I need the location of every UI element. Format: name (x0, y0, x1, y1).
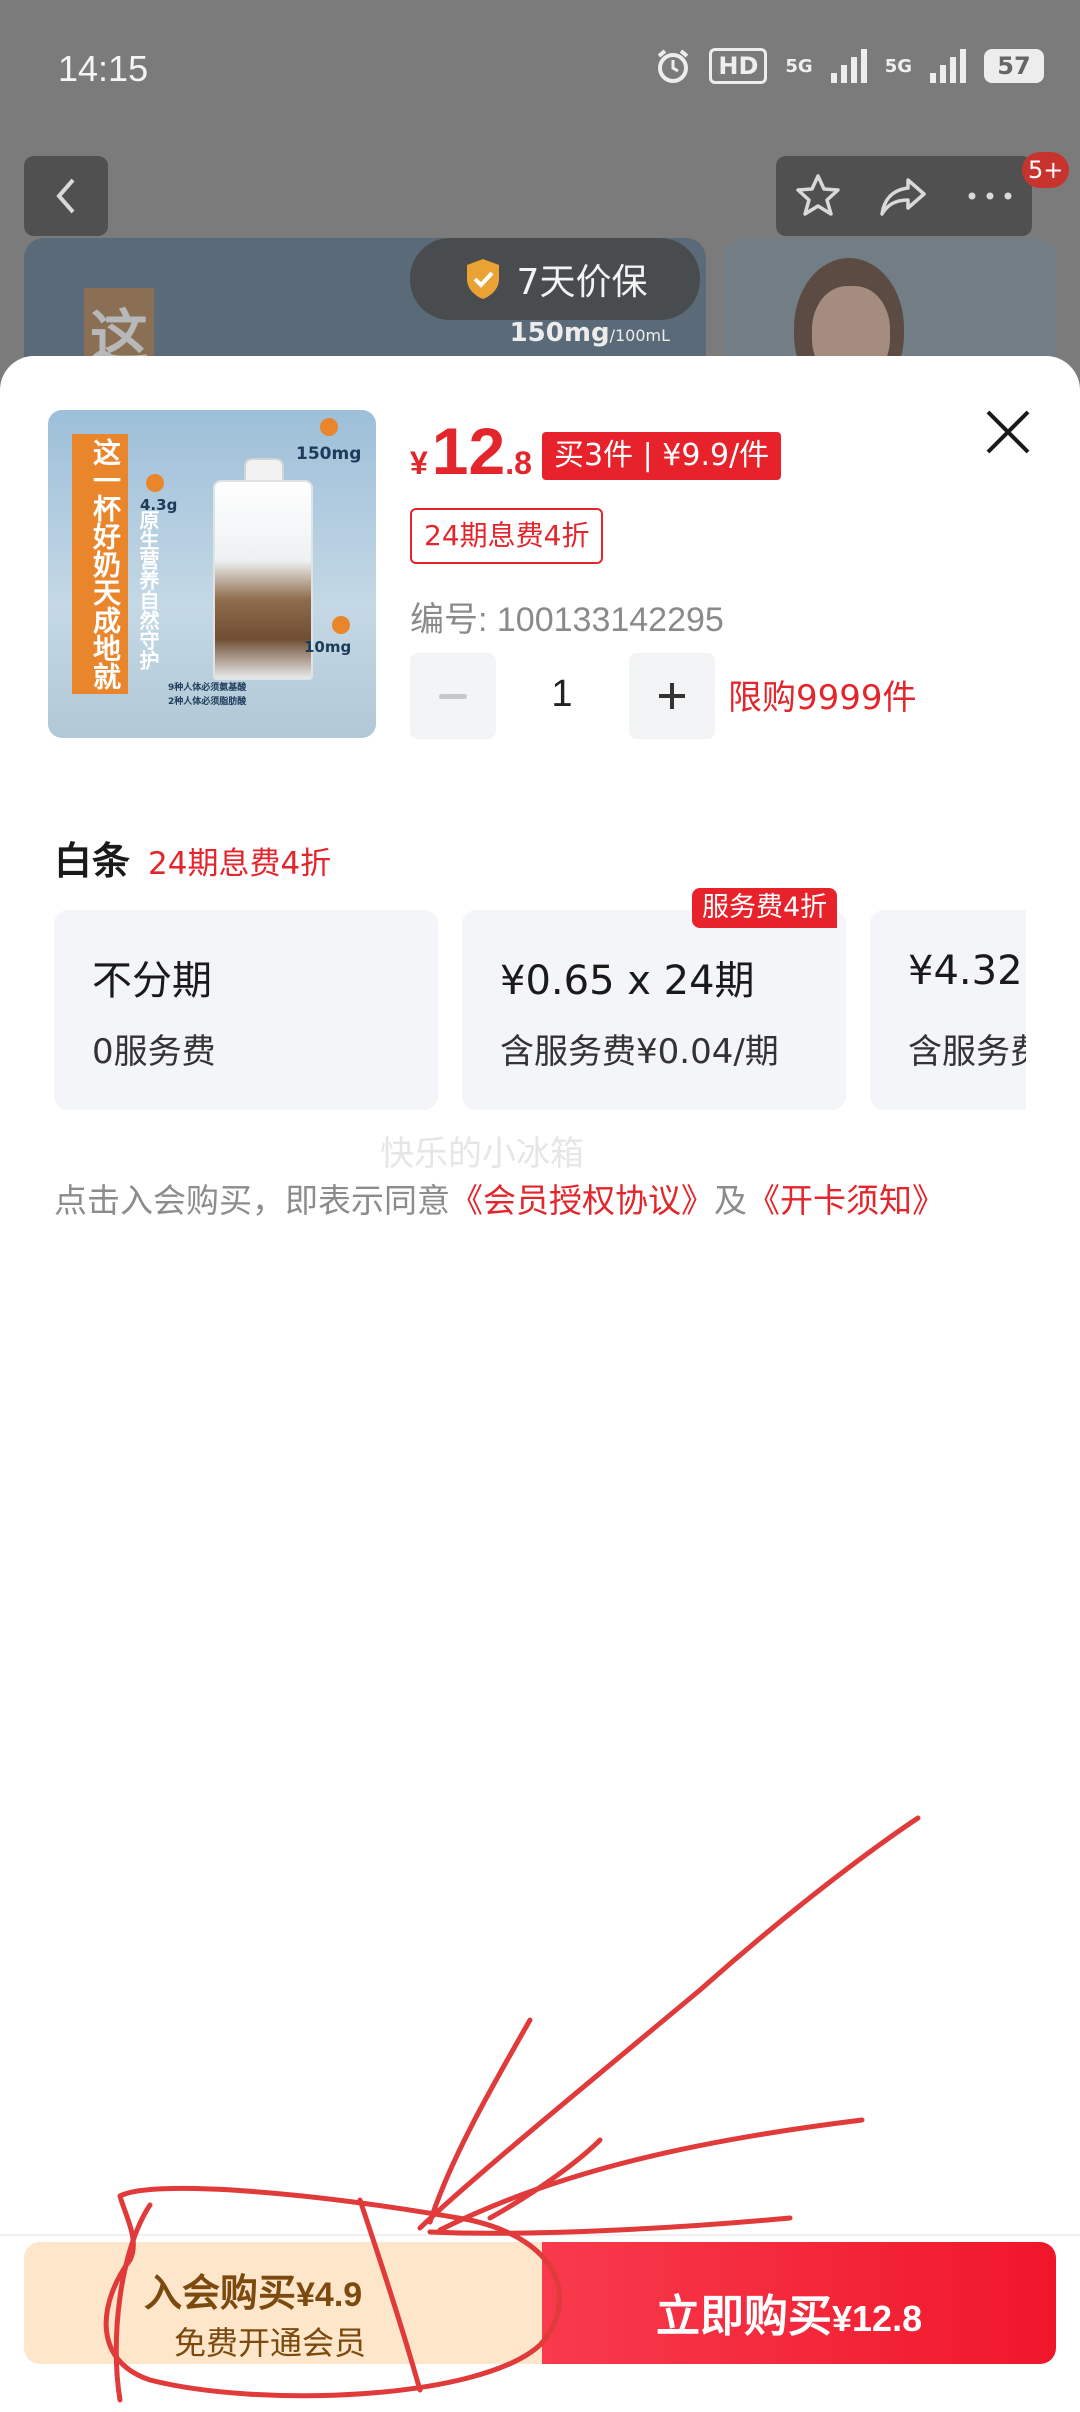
status-icons: HD 5G 5G 57 (655, 48, 1044, 84)
sku-number: 编号: 100133142295 (410, 601, 724, 639)
network-label-1: 5G (785, 55, 813, 77)
agreement-mid: 及 (714, 1181, 747, 1220)
baitiao-title: 白条 (54, 839, 131, 883)
product-image: 这一杯好奶天成地就 原生营养自然守护 150mg 4.3g 10mg 9种人体必… (48, 410, 376, 738)
image-label: 2种人体必须脂肪酸 (168, 697, 247, 707)
hd-icon: HD (709, 48, 768, 84)
close-icon (986, 410, 1030, 454)
member-subtitle: 免费开通会员 (174, 2324, 367, 2362)
price-decimal: .8 (505, 445, 532, 481)
status-bar: 14:15 HD 5G 5G 57 (0, 0, 1080, 140)
baitiao-promo: 24期息费4折 (148, 846, 332, 882)
purchase-limit: 限购9999件 (728, 678, 917, 718)
back-button[interactable] (24, 156, 108, 236)
plan-option-no-installment[interactable]: 不分期 0服务费 (54, 910, 438, 1110)
price-integer: 12 (431, 414, 506, 488)
image-label: 10mg (304, 638, 352, 656)
image-title: 这一杯好奶天成地就 (89, 438, 122, 690)
product-price: ¥ 12 .8 (410, 418, 532, 484)
plan-discount-badge: 服务费4折 (692, 888, 838, 928)
quantity-input[interactable]: 1 (512, 662, 612, 726)
image-label: 150mg (296, 444, 362, 464)
price-guard-pill[interactable]: 7天价保 (410, 238, 700, 320)
back-icon (56, 178, 75, 214)
plan-sub: 含服务费¥0.04/期 (500, 1032, 779, 1072)
more-icon[interactable] (966, 190, 1014, 202)
plan-sub: 含服务费 (908, 1032, 1026, 1072)
shield-check-icon (466, 259, 499, 299)
minus-icon (439, 693, 467, 699)
plan-main: 不分期 (92, 958, 212, 1004)
plan-main: ¥4.32 (908, 948, 1023, 994)
signal-icon (930, 49, 966, 83)
nutrient-icon (332, 616, 350, 634)
close-button[interactable] (976, 400, 1040, 464)
price-guard-label: 7天价保 (516, 262, 648, 303)
alarm-icon (658, 49, 689, 83)
agreement-prefix: 点击入会购买，即表示同意 (54, 1181, 450, 1220)
notification-badge: 5+ (1022, 152, 1070, 188)
purchase-sheet: 这一杯好奶天成地就 原生营养自然守护 150mg 4.3g 10mg 9种人体必… (0, 356, 1080, 2412)
banner-spec-value: 150mg (509, 318, 610, 348)
signal-icon (830, 49, 867, 83)
member-price: ¥4.9 (296, 2276, 363, 2314)
plan-sub: 0服务费 (92, 1032, 216, 1072)
share-icon[interactable] (878, 172, 930, 220)
network-label-2: 5G (884, 55, 912, 77)
nutrient-icon (146, 474, 164, 492)
quantity-increment-button[interactable] (629, 653, 715, 739)
member-purchase-label: 入会购买¥4.9 (144, 2262, 362, 2317)
buy-price: ¥12.8 (832, 2298, 923, 2339)
buy-label: 立即购买 (656, 2291, 832, 2342)
banner-spec-unit: /100mL (609, 326, 670, 345)
plan-option-partial[interactable]: ¥4.32 含服务费 (870, 910, 1026, 1110)
price-currency: ¥ (410, 445, 428, 481)
installment-tag: 24期息费4折 (410, 508, 604, 564)
top-action-group (776, 156, 1032, 236)
agreement-text: 点击入会购买，即表示同意《会员授权协议》及《开卡须知》 (54, 1174, 945, 1222)
battery-icon: 57 (984, 49, 1044, 83)
image-label: 9种人体必须氨基酸 (168, 683, 247, 693)
star-icon[interactable] (794, 172, 842, 220)
quantity-decrement-button[interactable] (410, 653, 496, 739)
plan-option-24[interactable]: ¥0.65 x 24期 含服务费¥0.04/期 (462, 910, 846, 1110)
card-notice-link[interactable]: 《开卡须知》 (747, 1181, 945, 1220)
milk-carton (213, 480, 313, 680)
status-time: 14:15 (58, 48, 149, 89)
buy-now-label: 立即购买¥12.8 (656, 2280, 922, 2344)
nutrient-icon (320, 418, 338, 436)
member-agreement-link[interactable]: 《会员授权协议》 (450, 1181, 714, 1220)
member-label: 入会购买 (144, 2271, 297, 2315)
watermark: 快乐的小冰箱 (380, 1134, 584, 1174)
image-subtitle: 原生营养自然守护 (136, 510, 160, 670)
promo-tag: 买3件 | ¥9.9/件 (542, 432, 782, 480)
banner-spec: 150mg/100mL (510, 318, 670, 348)
baitiao-header: 白条 24期息费4折 (54, 830, 331, 885)
image-label: 4.3g (140, 496, 178, 514)
plus-icon (659, 683, 685, 709)
installment-plans[interactable]: 不分期 0服务费 ¥0.65 x 24期 含服务费¥0.04/期 ¥4.32 含… (54, 910, 1026, 1116)
plan-main: ¥0.65 x 24期 (500, 958, 755, 1004)
